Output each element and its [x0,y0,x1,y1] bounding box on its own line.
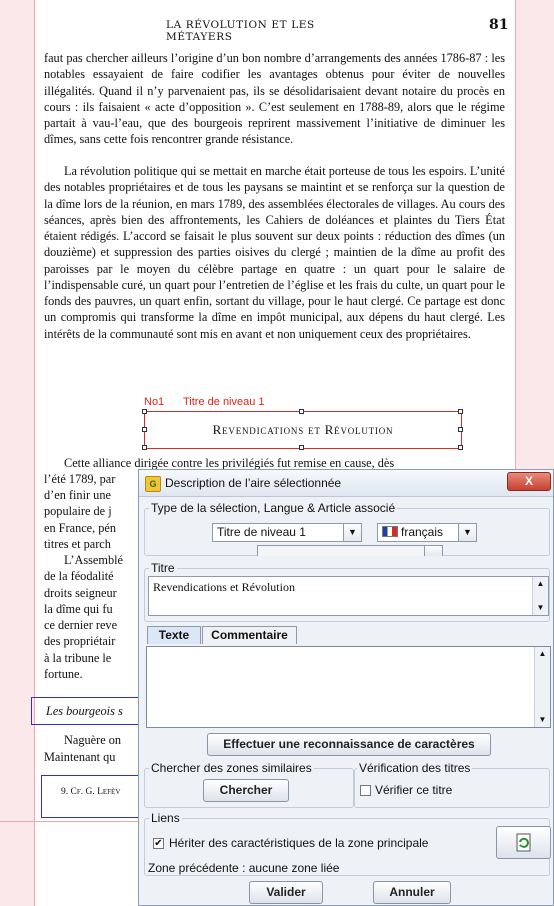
validate-button[interactable]: Valider [249,881,323,904]
resize-handle[interactable] [142,427,147,432]
title-scrollbar[interactable]: ▲ ▼ [532,577,548,615]
resize-handle[interactable] [458,427,463,432]
flag-icon [382,526,398,537]
link-zone-button[interactable] [496,826,551,859]
scroll-down-icon[interactable]: ▼ [533,601,548,615]
paragraph-3-fragment: l’été 1789, par [44,472,116,486]
chevron-down-icon [424,546,442,556]
tab-texte[interactable]: Texte [147,626,201,644]
running-header: LA RÉVOLUTION ET LES MÉTAYERS [166,19,315,43]
paragraph-3-fragment: des propriétair [44,634,116,648]
paragraph-3-fragment: d’en finir une [44,488,111,502]
paragraph-3-fragment: titres et parch [44,537,111,551]
language-select-value: français [401,525,444,539]
similar-zones-group-label: Chercher des zones similaires [149,761,314,775]
resize-handle[interactable] [299,409,304,414]
title-verification-group-label: Vérification des titres [357,761,473,775]
dialog-title: Description de l’aire sélectionnée [165,476,342,490]
paragraph-4-fragment-1: Naguère on [64,733,122,747]
type-select[interactable]: Titre de niveau 1 ▼ [212,523,362,542]
scroll-up-icon[interactable]: ▲ [533,577,548,591]
paragraph-3-fragment: L’Assemblé [64,553,123,567]
paragraph-3-fragment: la dîme qui fu [44,602,113,616]
resize-handle[interactable] [142,445,147,450]
selection-type-group-label: Type de la sélection, Langue & Article a… [149,501,398,515]
scroll-down-icon[interactable]: ▼ [535,713,550,727]
resize-handle[interactable] [458,409,463,414]
close-button[interactable]: X [507,472,551,491]
footnote-fragment: 9. Cf. G. Lefèv [61,787,121,797]
language-select[interactable]: français ▼ [377,523,477,542]
type-select-value: Titre de niveau 1 [217,525,306,539]
chevron-down-icon: ▼ [343,524,361,541]
inherit-checkbox[interactable]: ✔ [153,838,164,849]
zone-type-label: Titre de niveau 1 [183,396,265,408]
text-area[interactable]: ▲ ▼ [146,646,551,728]
text-area-scrollbar[interactable]: ▲ ▼ [534,647,550,727]
resize-handle[interactable] [299,445,304,450]
dialog-titlebar[interactable]: G Description de l’aire sélectionnée X [139,470,553,497]
paragraph-3-fragment: droits seigneur [44,586,117,600]
article-select[interactable] [257,545,443,556]
section-title: Revendications et Révolution [212,422,394,437]
zone-description-dialog: G Description de l’aire sélectionnée X T… [138,469,554,906]
tab-commentaire[interactable]: Commentaire [202,626,297,644]
page-number: 81 [489,17,509,33]
linked-document-icon [516,833,530,852]
app-icon: G [145,476,161,492]
search-button[interactable]: Chercher [203,779,289,802]
ocr-button[interactable]: Effectuer une reconnaissance de caractèr… [207,733,491,756]
links-group-label: Liens [149,811,182,825]
cancel-button[interactable]: Annuler [373,881,451,904]
resize-handle[interactable] [142,409,147,414]
verify-title-checkbox[interactable] [360,785,371,796]
paragraph-3-fragment: fortune. [44,667,83,681]
title-group-label: Titre [149,561,177,575]
paragraph-1: faut pas chercher ailleurs l’origine d’u… [44,51,505,147]
paragraph-3-fragment: de la féodalité [44,569,114,583]
paragraph-4-fragment-2: Maintenant qu [44,750,116,764]
chevron-down-icon: ▼ [458,524,476,541]
paragraph-3-fragment: en France, pén [44,521,117,535]
paragraph-3-fragment: populaire de j [44,504,112,518]
title-textarea[interactable]: Revendications et Révolution ▲ ▼ [148,576,549,616]
inherit-label: Hériter des caractéristiques de la zone … [169,836,429,850]
zone-id-label: No1 [144,396,165,408]
paragraph-2: La révolution politique qui se mettait e… [44,164,505,341]
verify-title-label: Vérifier ce titre [375,783,453,797]
subtitle-fragment: Les bourgeois s [46,704,123,718]
scroll-up-icon[interactable]: ▲ [535,647,550,661]
paragraph-3-fragment: à la tribune le [44,651,112,665]
margin-guide-left [34,0,35,906]
previous-zone-text: Zone précédente : aucune zone liée [148,861,340,875]
selected-title-zone[interactable]: Revendications et Révolution [144,411,462,449]
resize-handle[interactable] [458,445,463,450]
title-text: Revendications et Révolution [153,580,295,594]
paragraph-3-fragment: ce dernier reve [44,618,118,632]
